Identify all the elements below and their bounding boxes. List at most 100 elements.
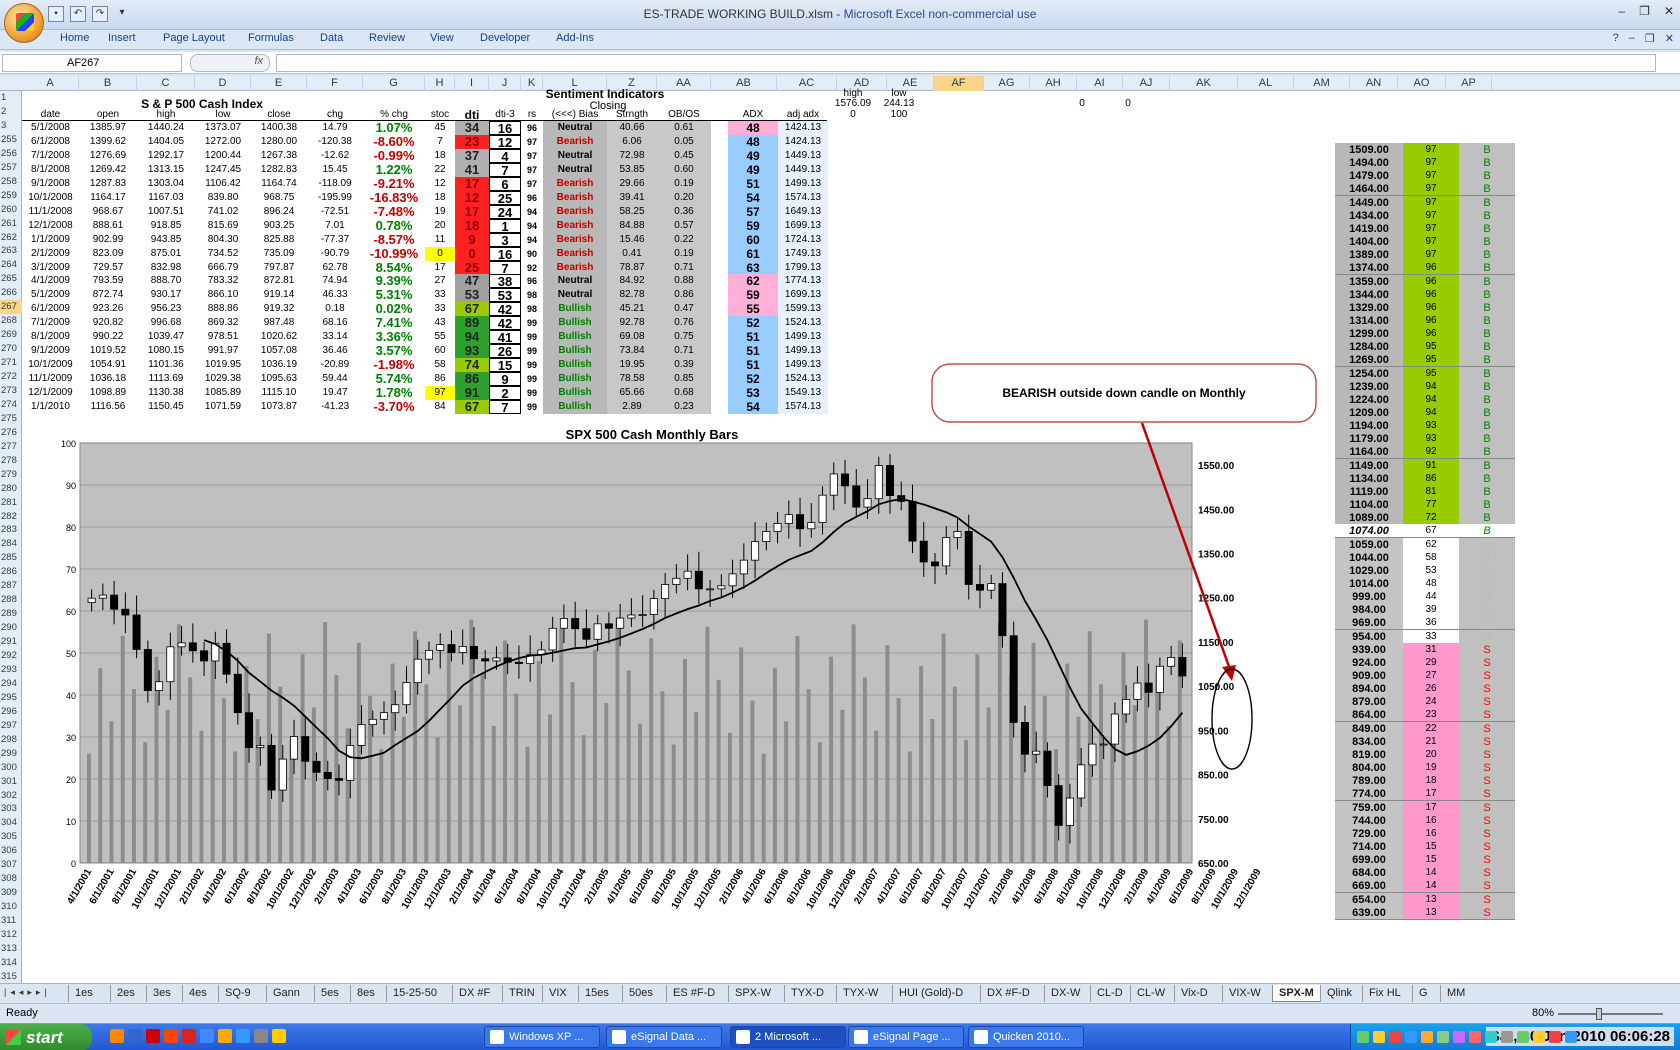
maximize-button[interactable]: ❐ bbox=[1639, 4, 1650, 18]
quick-launch-icon[interactable] bbox=[200, 1029, 214, 1043]
column-header-AG[interactable]: AG bbox=[984, 76, 1030, 91]
sheet-tab-cl-d[interactable]: CL-D bbox=[1090, 985, 1129, 1002]
row-header-3[interactable]: 3 bbox=[0, 119, 22, 133]
row-header-315[interactable]: 315 bbox=[0, 970, 22, 984]
ribbon-tab-formulas[interactable]: Formulas bbox=[248, 32, 294, 44]
row-header-277[interactable]: 277 bbox=[0, 440, 22, 454]
sheet-tab-dx-f[interactable]: DX #F bbox=[452, 985, 496, 1002]
row-header-309[interactable]: 309 bbox=[0, 886, 22, 900]
row-header-266[interactable]: 266 bbox=[0, 286, 22, 300]
row-header-284[interactable]: 284 bbox=[0, 537, 22, 551]
quick-launch-icon[interactable] bbox=[164, 1029, 178, 1043]
sheet-tab-15-25-50[interactable]: 15-25-50 bbox=[386, 985, 443, 1002]
taskbar-button-4[interactable]: eSignal Page ... bbox=[848, 1026, 964, 1048]
tray-icon[interactable] bbox=[1565, 1031, 1577, 1043]
quick-launch-icon[interactable] bbox=[218, 1029, 232, 1043]
row-header-297[interactable]: 297 bbox=[0, 719, 22, 733]
row-header-304[interactable]: 304 bbox=[0, 816, 22, 830]
row-header-282[interactable]: 282 bbox=[0, 510, 22, 524]
row-header-273[interactable]: 273 bbox=[0, 384, 22, 398]
sheet-tab-gann[interactable]: Gann bbox=[266, 985, 306, 1002]
row-header-302[interactable]: 302 bbox=[0, 789, 22, 803]
row-header-271[interactable]: 271 bbox=[0, 356, 22, 370]
tray-icon[interactable] bbox=[1389, 1031, 1401, 1043]
tray-icon[interactable] bbox=[1437, 1031, 1449, 1043]
row-header-313[interactable]: 313 bbox=[0, 942, 22, 956]
column-header-D[interactable]: D bbox=[195, 76, 251, 91]
row-header-263[interactable]: 263 bbox=[0, 244, 22, 258]
row-header-306[interactable]: 306 bbox=[0, 844, 22, 858]
column-header-B[interactable]: B bbox=[79, 76, 137, 91]
row-header-307[interactable]: 307 bbox=[0, 858, 22, 872]
sheet-tab-sq-9[interactable]: SQ-9 bbox=[218, 985, 257, 1002]
row-header-288[interactable]: 288 bbox=[0, 593, 22, 607]
ribbon-tab-developer[interactable]: Developer bbox=[480, 32, 530, 44]
sheet-nav-arrows[interactable]: |◂◂▸▸| bbox=[4, 987, 51, 998]
sheet-tab-mm[interactable]: MM bbox=[1440, 985, 1471, 1002]
tray-icon[interactable] bbox=[1453, 1031, 1465, 1043]
sheet-tab-50es[interactable]: 50es bbox=[622, 985, 659, 1002]
column-header-AI[interactable]: AI bbox=[1077, 76, 1123, 91]
tray-icon[interactable] bbox=[1469, 1031, 1481, 1043]
tray-icon[interactable] bbox=[1405, 1031, 1417, 1043]
quick-launch-icon[interactable] bbox=[146, 1029, 160, 1043]
row-header-257[interactable]: 257 bbox=[0, 161, 22, 175]
ribbon-tab-home[interactable]: Home bbox=[60, 32, 89, 44]
column-header-AK[interactable]: AK bbox=[1170, 76, 1238, 91]
row-header-272[interactable]: 272 bbox=[0, 370, 22, 384]
column-header-G[interactable]: G bbox=[363, 76, 425, 91]
sheet-tab-trin[interactable]: TRIN bbox=[502, 985, 541, 1002]
row-header-256[interactable]: 256 bbox=[0, 147, 22, 161]
sheet-tab-vix-d[interactable]: Vix-D bbox=[1174, 985, 1214, 1002]
taskbar-button-3[interactable]: 2 Microsoft ... bbox=[730, 1026, 846, 1048]
quick-launch-icon[interactable] bbox=[272, 1029, 286, 1043]
minimize-button[interactable]: – bbox=[1618, 4, 1625, 18]
row-header-255[interactable]: 255 bbox=[0, 133, 22, 147]
sheet-tab-qlink[interactable]: Qlink bbox=[1320, 985, 1358, 1002]
tray-icon[interactable] bbox=[1485, 1031, 1497, 1043]
start-button[interactable]: start bbox=[0, 1024, 92, 1050]
sheet-tab-g[interactable]: G bbox=[1412, 985, 1434, 1002]
row-header-289[interactable]: 289 bbox=[0, 607, 22, 621]
sheet-tab-8es[interactable]: 8es bbox=[350, 985, 381, 1002]
row-header-283[interactable]: 283 bbox=[0, 523, 22, 537]
taskbar-button-5[interactable]: Quicken 2010... bbox=[968, 1026, 1084, 1048]
row-header-281[interactable]: 281 bbox=[0, 496, 22, 510]
column-header-C[interactable]: C bbox=[137, 76, 195, 91]
tray-icon[interactable] bbox=[1517, 1031, 1529, 1043]
sheet-tab-15es[interactable]: 15es bbox=[578, 985, 615, 1002]
row-header-295[interactable]: 295 bbox=[0, 691, 22, 705]
ribbon-restore-button[interactable]: ❐ bbox=[1645, 32, 1655, 45]
row-header-299[interactable]: 299 bbox=[0, 747, 22, 761]
sheet-tab-4es[interactable]: 4es bbox=[182, 985, 213, 1002]
row-header-262[interactable]: 262 bbox=[0, 231, 22, 245]
sheet-tab-fix-hl[interactable]: Fix HL bbox=[1362, 985, 1407, 1002]
help-icon[interactable]: ? bbox=[1613, 32, 1619, 45]
row-header-293[interactable]: 293 bbox=[0, 663, 22, 677]
column-header-E[interactable]: E bbox=[251, 76, 307, 91]
sheet-tab-1es[interactable]: 1es bbox=[68, 985, 99, 1002]
tray-icon[interactable] bbox=[1533, 1031, 1545, 1043]
ribbon-tab-review[interactable]: Review bbox=[369, 32, 405, 44]
ribbon-tab-insert[interactable]: Insert bbox=[108, 32, 136, 44]
ribbon-tab-page-layout[interactable]: Page Layout bbox=[163, 32, 225, 44]
column-header-AL[interactable]: AL bbox=[1238, 76, 1294, 91]
column-header-AN[interactable]: AN bbox=[1350, 76, 1398, 91]
tray-icon[interactable] bbox=[1501, 1031, 1513, 1043]
row-header-260[interactable]: 260 bbox=[0, 203, 22, 217]
row-header-275[interactable]: 275 bbox=[0, 412, 22, 426]
row-header-274[interactable]: 274 bbox=[0, 398, 22, 412]
column-header-AF[interactable]: AF bbox=[934, 76, 984, 91]
column-header-AO[interactable]: AO bbox=[1398, 76, 1446, 91]
row-header-314[interactable]: 314 bbox=[0, 956, 22, 970]
row-header-287[interactable]: 287 bbox=[0, 579, 22, 593]
row-header-279[interactable]: 279 bbox=[0, 468, 22, 482]
sheet-tab-spx-w[interactable]: SPX-W bbox=[728, 985, 777, 1002]
row-header-268[interactable]: 268 bbox=[0, 314, 22, 328]
column-header-AH[interactable]: AH bbox=[1030, 76, 1077, 91]
row-header-308[interactable]: 308 bbox=[0, 872, 22, 886]
row-header-301[interactable]: 301 bbox=[0, 775, 22, 789]
row-header-2[interactable]: 2 bbox=[0, 105, 22, 119]
ribbon-tab-add-ins[interactable]: Add-Ins bbox=[556, 32, 594, 44]
column-header-AP[interactable]: AP bbox=[1446, 76, 1492, 91]
